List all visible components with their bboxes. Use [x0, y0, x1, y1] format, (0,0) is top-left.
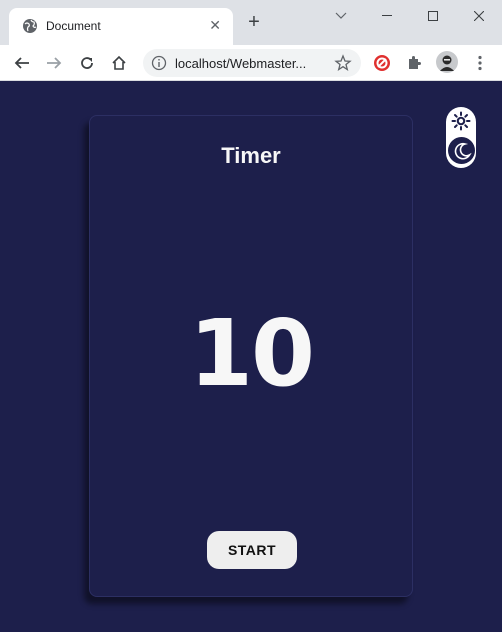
- theme-toggle[interactable]: [446, 107, 476, 168]
- info-icon[interactable]: [151, 55, 167, 71]
- timer-title: Timer: [221, 143, 281, 168]
- extension-icon[interactable]: [372, 53, 392, 73]
- tab-title: Document: [46, 19, 101, 33]
- url-text: localhost/Webmaster...: [175, 56, 307, 71]
- timer-count: 10: [188, 300, 315, 407]
- forward-icon[interactable]: [41, 50, 67, 76]
- close-window-button[interactable]: [456, 0, 502, 32]
- address-bar[interactable]: localhost/Webmaster...: [143, 49, 361, 77]
- puzzle-icon[interactable]: [404, 53, 424, 73]
- browser-tab-bar: Document ✕ +: [0, 0, 502, 45]
- sun-icon[interactable]: [450, 110, 472, 132]
- menu-icon[interactable]: [470, 53, 490, 73]
- new-tab-button[interactable]: +: [244, 12, 264, 33]
- timer-card: Timer 10 START: [89, 115, 413, 597]
- browser-tab[interactable]: Document ✕: [9, 8, 233, 45]
- profile-avatar[interactable]: [436, 51, 458, 73]
- star-icon[interactable]: [334, 54, 352, 72]
- globe-icon: [23, 19, 37, 33]
- browser-toolbar: localhost/Webmaster...: [0, 45, 502, 81]
- reload-icon[interactable]: [74, 50, 100, 76]
- tab-close-button[interactable]: ✕: [209, 17, 221, 33]
- maximize-button[interactable]: [410, 0, 456, 32]
- moon-icon[interactable]: [448, 137, 475, 164]
- minimize-button[interactable]: [364, 0, 410, 32]
- start-button[interactable]: START: [207, 531, 297, 569]
- back-icon[interactable]: [9, 50, 35, 76]
- page-content: Timer 10 START: [0, 82, 502, 632]
- chevron-down-icon[interactable]: [318, 0, 364, 32]
- home-icon[interactable]: [106, 50, 132, 76]
